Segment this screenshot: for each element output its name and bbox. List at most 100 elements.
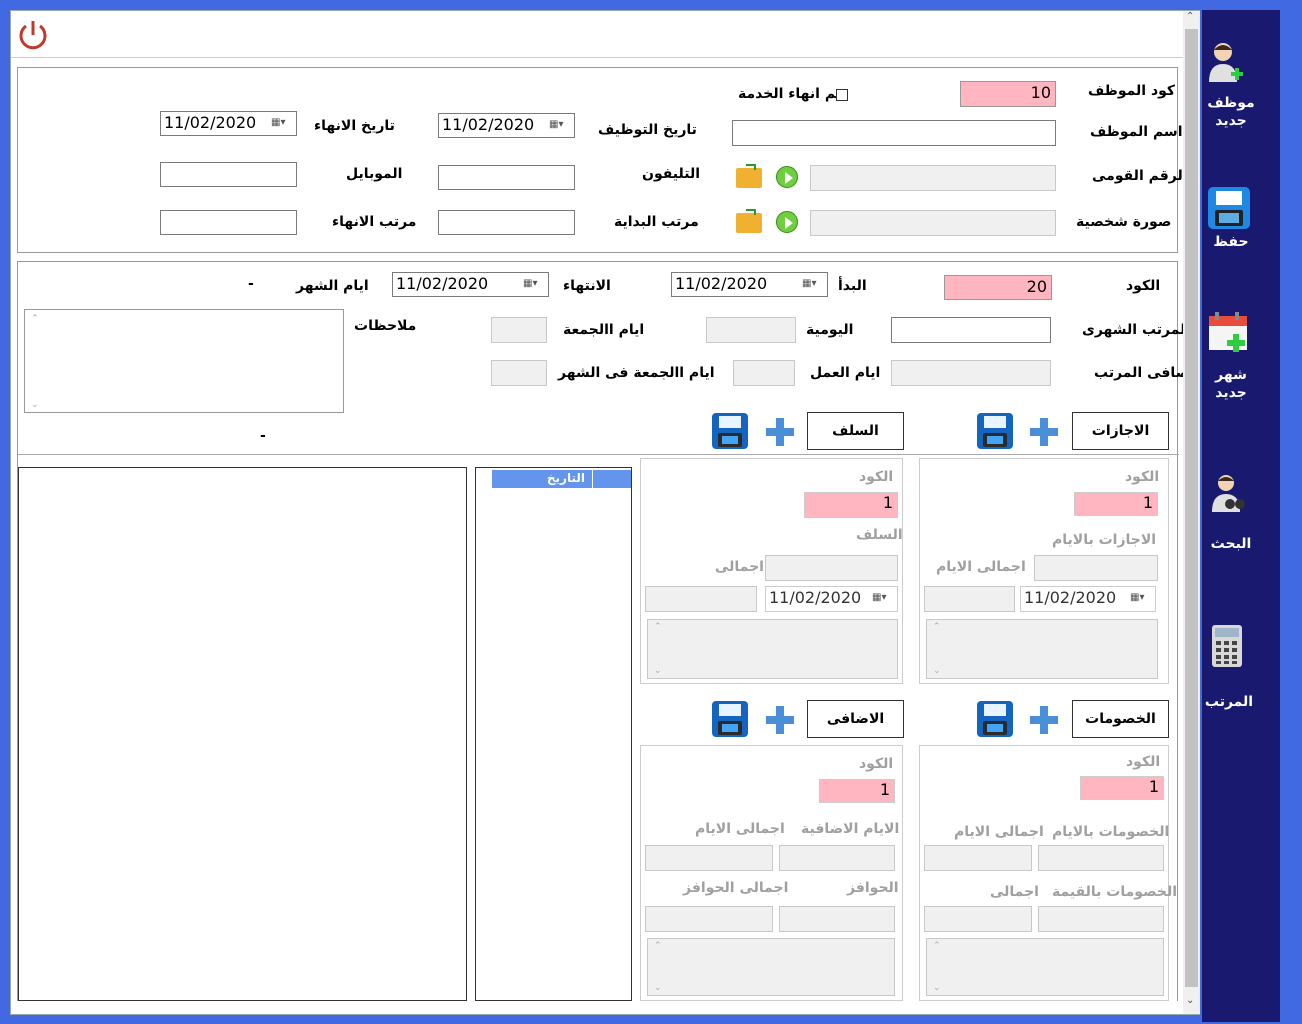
- search-label[interactable]: البحث: [1192, 536, 1270, 552]
- leaves-total-days-label: اجمالى الايام: [936, 559, 1026, 575]
- start-salary-field[interactable]: [438, 210, 575, 235]
- phone-field[interactable]: [438, 165, 575, 190]
- plus-icon[interactable]: [1028, 704, 1060, 736]
- scroll-up-icon[interactable]: ⌃: [933, 622, 941, 632]
- scroll-down-icon[interactable]: ⌄: [654, 983, 662, 993]
- user-add-icon[interactable]: [1205, 38, 1245, 84]
- play-icon[interactable]: [776, 166, 798, 188]
- scroll-up-icon[interactable]: ⌃: [1186, 11, 1194, 22]
- new-month-label[interactable]: شهر جديد: [1192, 366, 1270, 402]
- deductions-panel: الكود 1 الخصومات بالايام اجمالى الايام ا…: [919, 745, 1177, 1001]
- deductions-value-field[interactable]: [1038, 906, 1164, 932]
- save-label[interactable]: حفظ: [1192, 234, 1270, 250]
- deductions-notes-memo[interactable]: ⌃ ⌄: [926, 938, 1164, 996]
- national-id-field[interactable]: [810, 165, 1056, 191]
- plus-icon[interactable]: [764, 704, 796, 736]
- additions-total-incentives-field[interactable]: [645, 906, 773, 932]
- end-service-checkbox[interactable]: [836, 89, 848, 101]
- date-grid[interactable]: التاريخ: [475, 467, 632, 1001]
- additions-button[interactable]: الاضافى: [807, 700, 904, 738]
- new-employee-label[interactable]: موظف جديد: [1192, 94, 1270, 130]
- hire-date-picker[interactable]: 11/02/2020 ▦▾: [438, 113, 575, 138]
- folder-open-icon[interactable]: [736, 164, 762, 188]
- additions-total-days-field[interactable]: [645, 845, 773, 871]
- scroll-down-icon[interactable]: ⌄: [31, 400, 39, 410]
- save-icon[interactable]: [711, 412, 749, 450]
- photo-field[interactable]: [810, 210, 1056, 236]
- calendar-add-icon[interactable]: [1207, 310, 1251, 354]
- month-code-field[interactable]: 20: [944, 275, 1052, 300]
- fridays-in-month-field[interactable]: [491, 360, 547, 386]
- additions-extra-days-label: الايام الاضافية: [801, 821, 900, 837]
- advances-notes-memo[interactable]: ⌃ ⌄: [647, 619, 898, 679]
- plus-icon[interactable]: [1028, 416, 1060, 448]
- advances-button[interactable]: السلف: [807, 412, 904, 450]
- power-icon[interactable]: [15, 17, 51, 53]
- scroll-up-icon[interactable]: ⌃: [654, 941, 662, 951]
- end-date-picker[interactable]: 11/02/2020 ▦▾: [160, 111, 297, 136]
- vertical-scrollbar[interactable]: ⌃ ⌄: [1183, 11, 1200, 1014]
- advances-total-field[interactable]: [645, 586, 757, 612]
- advances-date-picker[interactable]: 11/02/2020 ▦▾: [765, 586, 898, 612]
- advances-field[interactable]: [765, 555, 898, 581]
- calendar-dropdown-icon[interactable]: ▦▾: [271, 116, 293, 130]
- leaves-total-days-field[interactable]: [924, 586, 1015, 612]
- scroll-up-icon[interactable]: ⌃: [31, 314, 39, 324]
- additions-notes-memo[interactable]: ⌃ ⌄: [647, 938, 895, 996]
- additions-incentives-field[interactable]: [779, 906, 895, 932]
- leaves-date-value: 11/02/2020: [1024, 588, 1117, 607]
- calendar-dropdown-icon[interactable]: ▦▾: [523, 277, 545, 291]
- leaves-days-field[interactable]: [1034, 555, 1158, 581]
- work-days-field[interactable]: [733, 360, 795, 386]
- scrollbar-thumb[interactable]: [1185, 29, 1198, 987]
- month-start-picker[interactable]: 11/02/2020 ▦▾: [671, 272, 828, 297]
- scroll-down-icon[interactable]: ⌄: [933, 983, 941, 993]
- deductions-button[interactable]: الخصومات: [1072, 700, 1169, 738]
- employee-name-field[interactable]: [732, 120, 1056, 146]
- records-listbox[interactable]: [18, 467, 467, 1001]
- calendar-dropdown-icon[interactable]: ▦▾: [872, 591, 894, 605]
- net-salary-field[interactable]: [891, 360, 1051, 386]
- fridays-field[interactable]: [491, 317, 547, 343]
- calculator-icon[interactable]: [1212, 625, 1242, 667]
- scroll-down-icon[interactable]: ⌄: [933, 666, 941, 676]
- advances-code-field[interactable]: 1: [804, 492, 898, 518]
- leaves-button[interactable]: الاجازات: [1072, 412, 1169, 450]
- additions-code-field[interactable]: 1: [819, 779, 895, 803]
- monthly-salary-field[interactable]: [891, 317, 1051, 343]
- grid-date-header[interactable]: التاريخ: [547, 471, 585, 485]
- leaves-notes-memo[interactable]: ⌃ ⌄: [926, 619, 1158, 679]
- scroll-up-icon[interactable]: ⌃: [654, 622, 662, 632]
- leaves-code-field[interactable]: 1: [1074, 492, 1158, 516]
- deductions-code-field[interactable]: 1: [1080, 776, 1164, 800]
- deductions-total-field[interactable]: [924, 906, 1032, 932]
- daily-field[interactable]: [706, 317, 796, 343]
- calendar-dropdown-icon[interactable]: ▦▾: [802, 277, 824, 291]
- notes-memo[interactable]: ⌃ ⌄: [24, 309, 344, 413]
- deductions-total-days-field[interactable]: [924, 845, 1032, 871]
- play-icon[interactable]: [776, 211, 798, 233]
- scroll-up-icon[interactable]: ⌃: [933, 941, 941, 951]
- save-icon[interactable]: [1207, 186, 1251, 230]
- month-end-picker[interactable]: 11/02/2020 ▦▾: [392, 272, 549, 297]
- month-days-label: ايام الشهر: [296, 278, 369, 294]
- save-icon[interactable]: [976, 412, 1014, 450]
- save-icon[interactable]: [711, 700, 749, 738]
- user-search-icon[interactable]: [1206, 470, 1250, 514]
- salary-label[interactable]: المرتب: [1190, 694, 1268, 710]
- leaves-date-picker[interactable]: 11/02/2020 ▦▾: [1020, 586, 1156, 612]
- scroll-down-icon[interactable]: ⌄: [654, 666, 662, 676]
- plus-icon[interactable]: [764, 416, 796, 448]
- end-date-label: تاريخ الانهاء: [314, 118, 395, 134]
- deductions-days-field[interactable]: [1038, 845, 1164, 871]
- save-icon[interactable]: [976, 700, 1014, 738]
- folder-open-icon[interactable]: [736, 209, 762, 233]
- employee-code-field[interactable]: 10: [960, 81, 1056, 107]
- end-salary-field[interactable]: [160, 210, 297, 235]
- window-frame: كود الموظف 10 تم انهاء الخدمة اسم الموظف…: [0, 0, 1302, 1024]
- mobile-field[interactable]: [160, 162, 297, 187]
- calendar-dropdown-icon[interactable]: ▦▾: [549, 118, 571, 132]
- scroll-down-icon[interactable]: ⌄: [1186, 995, 1194, 1006]
- additions-extra-days-field[interactable]: [779, 845, 895, 871]
- calendar-dropdown-icon[interactable]: ▦▾: [1130, 591, 1152, 605]
